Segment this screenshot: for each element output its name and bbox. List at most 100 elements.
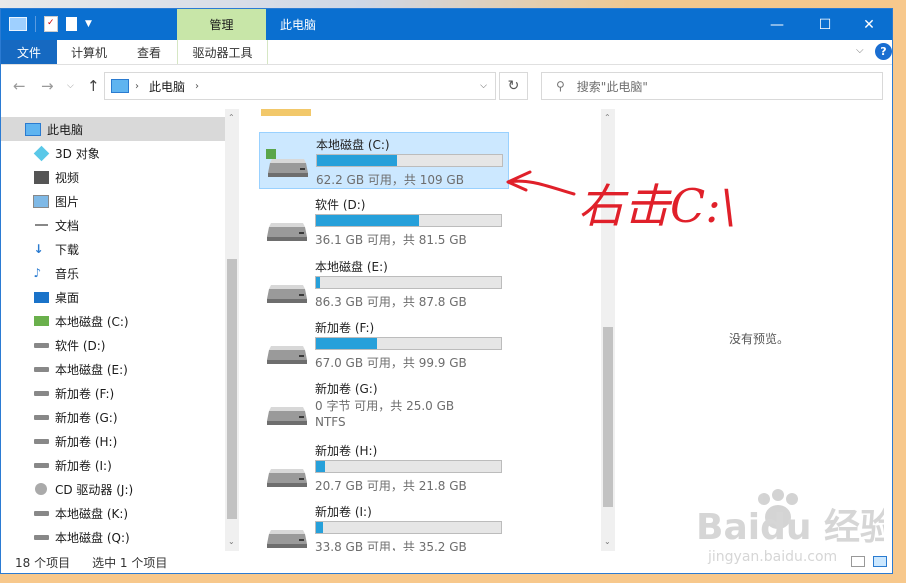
- drive-filesystem: NTFS: [315, 415, 346, 430]
- drive-icon: [33, 361, 49, 377]
- nav-item[interactable]: 3D 对象: [1, 141, 226, 165]
- drive-tile[interactable]: 本地磁盘 (C:) 62.2 GB 可用，共 109 GB: [259, 132, 509, 189]
- nav-item-label: 下载: [55, 242, 80, 257]
- scroll-down-icon[interactable]: ⌄: [604, 537, 611, 546]
- maximize-button[interactable]: ☐: [802, 9, 848, 40]
- address-bar[interactable]: › 此电脑 › ⌵: [104, 72, 496, 100]
- breadcrumb-chevron-icon[interactable]: ›: [195, 81, 199, 92]
- customize-qat-icon[interactable]: ▼: [85, 19, 92, 29]
- nav-item-label: CD 驱动器 (J:): [55, 482, 134, 497]
- nav-item[interactable]: 本地磁盘 (K:): [1, 501, 226, 525]
- new-folder-icon[interactable]: [66, 17, 77, 31]
- drive-tile[interactable]: 新加卷 (I:) 33.8 GB 可用，共 35.2 GB: [259, 500, 509, 551]
- desktop-icon: [33, 289, 49, 305]
- breadcrumb-chevron-icon[interactable]: ›: [135, 81, 139, 92]
- nav-item[interactable]: 新加卷 (H:): [1, 429, 226, 453]
- tab-computer[interactable]: 计算机: [71, 40, 107, 64]
- nav-item[interactable]: 桌面: [1, 285, 226, 309]
- nav-item-label: 新加卷 (H:): [55, 434, 118, 449]
- drive-icon: [33, 505, 49, 521]
- drive-name: 新加卷 (F:): [315, 320, 375, 335]
- tab-view[interactable]: 查看: [137, 40, 161, 64]
- nav-item[interactable]: 新加卷 (I:): [1, 453, 226, 477]
- nav-item-label: 新加卷 (I:): [55, 458, 112, 473]
- drive-tile[interactable]: 软件 (D:) 36.1 GB 可用，共 81.5 GB: [259, 193, 509, 250]
- close-button[interactable]: ✕: [846, 9, 892, 40]
- nav-item[interactable]: ♪ 音乐: [1, 261, 226, 285]
- nav-item[interactable]: 软件 (D:): [1, 333, 226, 357]
- nav-item[interactable]: 新加卷 (G:): [1, 405, 226, 429]
- tab-file[interactable]: 文件: [1, 40, 57, 64]
- nav-item[interactable]: 文档: [1, 213, 226, 237]
- drive-tile[interactable]: 本地磁盘 (E:) 86.3 GB 可用，共 87.8 GB: [259, 255, 509, 312]
- search-input[interactable]: ⚲ 搜索"此电脑": [541, 72, 883, 100]
- forward-button[interactable]: →: [41, 77, 54, 95]
- nav-scroll-thumb[interactable]: [227, 259, 237, 519]
- drive-icon: [33, 385, 49, 401]
- list-scroll-thumb[interactable]: [603, 327, 613, 507]
- drive-usage-fill: [316, 215, 420, 227]
- tab-manage-context[interactable]: 管理: [177, 9, 266, 40]
- nav-item[interactable]: 此电脑: [1, 117, 226, 141]
- ribbon-tabs: 文件 计算机 查看 驱动器工具 ⌵ ?: [1, 40, 892, 65]
- system-drive-icon: [33, 313, 49, 329]
- address-dropdown-icon[interactable]: ⌵: [480, 81, 487, 91]
- nav-item-label: 桌面: [55, 290, 80, 305]
- music-icon: ♪: [33, 266, 42, 280]
- download-icon: ↓: [33, 242, 44, 256]
- recent-locations-icon[interactable]: ⌵: [67, 81, 74, 91]
- up-button[interactable]: ↑: [87, 77, 100, 95]
- drive-tile[interactable]: 新加卷 (F:) 67.0 GB 可用，共 99.9 GB: [259, 316, 509, 373]
- breadcrumb-this-pc[interactable]: 此电脑: [149, 78, 185, 95]
- nav-item[interactable]: 本地磁盘 (C:): [1, 309, 226, 333]
- nav-item-label: 软件 (D:): [55, 338, 106, 353]
- nav-item-label: 文档: [55, 218, 80, 233]
- watermark-url: jingyan.baidu.com: [707, 549, 837, 565]
- drive-capacity: 62.2 GB 可用，共 109 GB: [316, 173, 464, 187]
- drive-name: 本地磁盘 (C:): [316, 138, 390, 152]
- drive-icon: [265, 520, 309, 550]
- drive-usage-fill: [316, 521, 324, 533]
- tab-drive-tools[interactable]: 驱动器工具: [177, 40, 268, 64]
- drive-capacity: 0 字节 可用，共 25.0 GB: [315, 399, 455, 414]
- baidu-paw-logo: Baidu 经验 jingyan.baidu.com: [696, 489, 896, 565]
- scroll-up-icon[interactable]: ⌃: [604, 113, 611, 122]
- help-icon[interactable]: ?: [875, 43, 892, 60]
- back-button[interactable]: ←: [13, 77, 26, 95]
- nav-item-label: 视频: [55, 170, 80, 185]
- nav-item[interactable]: 视频: [1, 165, 226, 189]
- nav-item[interactable]: CD 驱动器 (J:): [1, 477, 226, 501]
- nav-scrollbar[interactable]: ⌃ ⌄: [225, 109, 239, 551]
- nav-item-label: 本地磁盘 (C:): [55, 314, 129, 329]
- pc-icon: [25, 121, 41, 137]
- nav-item[interactable]: 新加卷 (F:): [1, 381, 226, 405]
- properties-icon[interactable]: ✓: [44, 16, 58, 32]
- drive-tile[interactable]: 新加卷 (H:) 20.7 GB 可用，共 21.8 GB: [259, 439, 509, 496]
- pictures-icon: [33, 193, 49, 209]
- system-drive-icon: [266, 135, 310, 179]
- drive-usage-bar: [315, 520, 502, 534]
- pc-icon[interactable]: [9, 17, 27, 31]
- quick-access-toolbar: ✓ ▼: [9, 15, 92, 33]
- nav-item[interactable]: 图片: [1, 189, 226, 213]
- drive-capacity: 33.8 GB 可用，共 35.2 GB: [315, 539, 467, 551]
- scroll-down-icon[interactable]: ⌄: [228, 537, 235, 546]
- nav-item[interactable]: ↓ 下载: [1, 237, 226, 261]
- drive-usage-fill: [316, 276, 320, 288]
- refresh-button[interactable]: ↻: [499, 72, 528, 100]
- scroll-up-icon[interactable]: ⌃: [228, 113, 235, 122]
- drive-usage-bar: [316, 154, 503, 167]
- ribbon-expand-icon[interactable]: ⌵: [856, 45, 864, 56]
- drive-tile[interactable]: 新加卷 (G:) 0 字节 可用，共 25.0 GB NTFS: [259, 377, 509, 434]
- nav-item-label: 本地磁盘 (E:): [55, 362, 128, 377]
- nav-item[interactable]: 本地磁盘 (Q:): [1, 525, 226, 549]
- minimize-button[interactable]: —: [754, 9, 800, 40]
- item-count: 18 个项目: [15, 555, 71, 570]
- folder-icon-partial: [261, 109, 311, 116]
- nav-item[interactable]: 本地磁盘 (E:): [1, 357, 226, 381]
- watermark: Baidu 经验 jingyan.baidu.com: [694, 487, 896, 565]
- drive-icon: [33, 409, 49, 425]
- drive-capacity: 20.7 GB 可用，共 21.8 GB: [315, 478, 467, 493]
- search-placeholder: 搜索"此电脑": [576, 79, 648, 94]
- drive-name: 新加卷 (I:): [315, 504, 372, 519]
